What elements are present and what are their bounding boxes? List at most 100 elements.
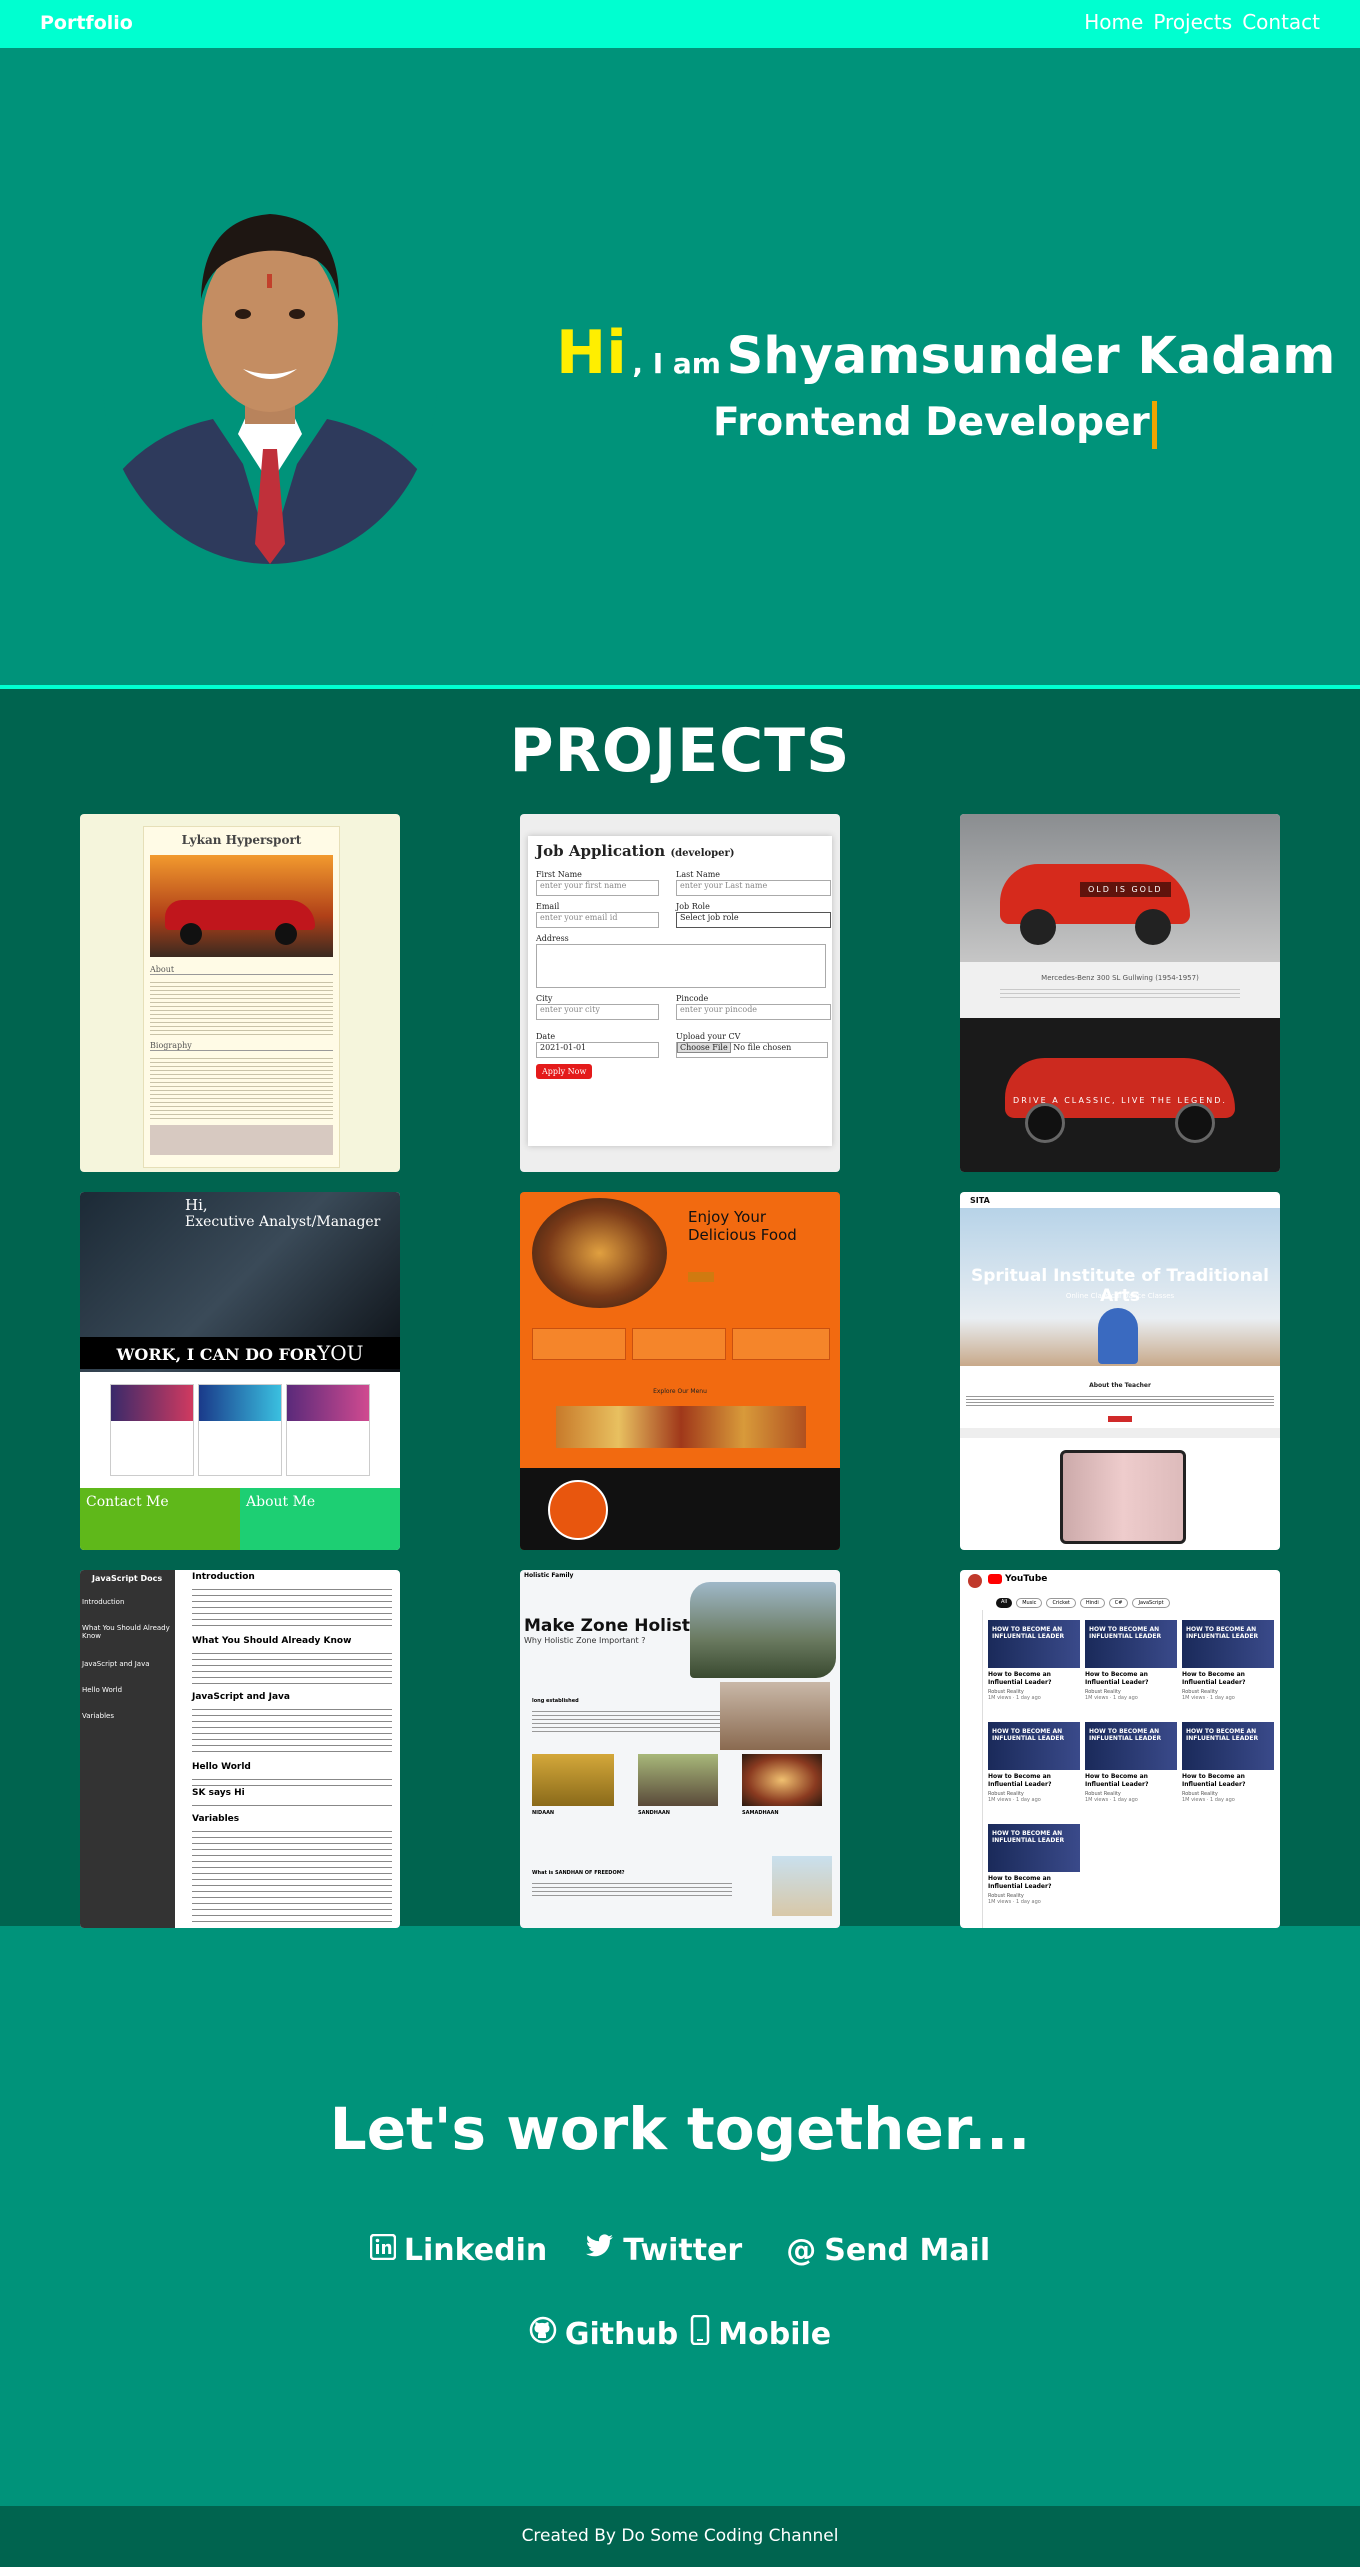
yt-video-meta: 1M views · 1 day ago <box>1085 1797 1138 1803</box>
cv-file-input[interactable]: Choose File No file chosen <box>676 1042 828 1058</box>
food-order-button[interactable] <box>688 1272 714 1282</box>
github-link[interactable]: Github <box>529 2315 678 2353</box>
first-name-input[interactable]: enter your first name <box>536 880 659 896</box>
contact-links-row-1: Linkedin Twitter @ Send Mail <box>0 2233 1360 2268</box>
yt-video-meta: 1M views · 1 day ago <box>988 1797 1041 1803</box>
food-footer <box>520 1468 840 1550</box>
food-logo <box>548 1480 608 1540</box>
holistic-question-text <box>532 1880 732 1898</box>
car-badge: OLD IS GOLD <box>1080 882 1171 897</box>
sita-button[interactable] <box>1108 1416 1132 1422</box>
yt-thumbnail: HOW TO BECOME AN INFLUENTIAL LEADER <box>988 1722 1080 1770</box>
send-mail-link[interactable]: @ Send Mail <box>786 2233 990 2268</box>
food-title: Enjoy Your Delicious Food <box>688 1208 797 1244</box>
address-textarea[interactable] <box>536 944 826 988</box>
project-card-lykan[interactable]: Lykan Hypersport About Biography <box>80 814 400 1172</box>
yt-video-meta: 1M views · 1 day ago <box>988 1899 1041 1905</box>
yt-thumbnail: HOW TO BECOME AN INFLUENTIAL LEADER <box>1182 1620 1274 1668</box>
pincode-label: Pincode <box>676 994 709 1003</box>
js-side-hello[interactable]: Hello World <box>82 1686 122 1694</box>
exec-about-me: About Me <box>240 1488 400 1550</box>
holistic-cap-nidaan: NIDAAN <box>532 1810 555 1816</box>
greeting-iam: , I am <box>632 347 721 380</box>
yt-chip-cricket[interactable]: Cricket <box>1046 1598 1076 1608</box>
project-card-food[interactable]: Enjoy Your Delicious Food Explore Our Me… <box>520 1192 840 1550</box>
yt-video-title: How to Become an Influential Leader? <box>988 1875 1052 1890</box>
yt-video-card[interactable]: HOW TO BECOME AN INFLUENTIAL LEADER How t… <box>1085 1620 1177 1718</box>
js-intro-text <box>192 1584 392 1628</box>
yt-video-card[interactable]: HOW TO BECOME AN INFLUENTIAL LEADER How t… <box>988 1620 1080 1718</box>
footer: Created By Do Some Coding Channel <box>0 2506 1360 2567</box>
yt-video-card[interactable]: HOW TO BECOME AN INFLUENTIAL LEADER How t… <box>988 1824 1080 1922</box>
js-side-know[interactable]: What You Should Already Know <box>82 1624 170 1640</box>
navbar: Portfolio Home Projects Contact <box>0 0 1360 48</box>
project-card-youtube[interactable]: YouTube All Music Cricket Hindi C# JavaS… <box>960 1570 1280 1928</box>
yt-video-card[interactable]: HOW TO BECOME AN INFLUENTIAL LEADER How t… <box>988 1722 1080 1820</box>
yt-chip-music[interactable]: Music <box>1016 1598 1043 1608</box>
twitter-link[interactable]: Twitter <box>585 2233 742 2268</box>
food-menu-heading: Explore Our Menu <box>653 1388 707 1395</box>
yt-video-meta: 1M views · 1 day ago <box>1182 1797 1235 1803</box>
nav-home-link[interactable]: Home <box>1084 10 1143 34</box>
brand-logo[interactable]: Portfolio <box>40 12 133 34</box>
sita-teacher-text <box>966 1394 1274 1406</box>
exec-hero-image: Hi, Executive Analyst/Manager WORK, I CA… <box>80 1192 400 1372</box>
email-input[interactable]: enter your email id <box>536 912 659 928</box>
js-side-variables[interactable]: Variables <box>82 1712 114 1720</box>
last-name-label: Last Name <box>676 870 721 879</box>
holistic-cap-sandhaan: SANDHAAN <box>638 1810 670 1816</box>
yt-video-card[interactable]: HOW TO BECOME AN INFLUENTIAL LEADER How t… <box>1182 1722 1274 1820</box>
yt-chip-all[interactable]: All <box>996 1598 1013 1608</box>
yt-chip-hindi[interactable]: Hindi <box>1079 1598 1105 1608</box>
project-card-job-application[interactable]: Job Application (developer) First Name e… <box>520 814 840 1172</box>
sita-brand: SITA <box>970 1196 990 1205</box>
js-hello-text <box>192 1774 392 1786</box>
yt-thumbnail: HOW TO BECOME AN INFLUENTIAL LEADER <box>1085 1722 1177 1770</box>
mobile-label: Mobile <box>718 2316 832 2352</box>
yt-play-icon <box>988 1574 1002 1584</box>
sita-band <box>960 1428 1280 1438</box>
project-card-classic-car[interactable]: OLD IS GOLD Mercedes-Benz 300 SL Gullwin… <box>960 814 1280 1172</box>
nav-contact-link[interactable]: Contact <box>1242 10 1320 34</box>
hero-role-text: Frontend Developer <box>713 400 1150 445</box>
linkedin-label: Linkedin <box>403 2233 548 2268</box>
city-input[interactable]: enter your city <box>536 1004 659 1020</box>
js-side-java[interactable]: JavaScript and Java <box>82 1660 150 1668</box>
yt-thumbnail: HOW TO BECOME AN INFLUENTIAL LEADER <box>1182 1722 1274 1770</box>
apply-now-button[interactable]: Apply Now <box>536 1064 593 1079</box>
github-icon <box>529 2316 557 2352</box>
project-card-holistic[interactable]: Holistic Family Make Zone Holistic ! Why… <box>520 1570 840 1928</box>
date-input[interactable]: 2021-01-01 <box>536 1042 659 1058</box>
exec-role: Executive Analyst/Manager <box>185 1214 381 1230</box>
sita-subtitle: Online Classical Dance Classes <box>1065 1292 1175 1300</box>
pincode-input[interactable]: enter your pincode <box>676 1004 831 1020</box>
yt-avatar[interactable] <box>968 1574 982 1588</box>
profile-photo <box>103 164 437 564</box>
yt-video-card[interactable]: HOW TO BECOME AN INFLUENTIAL LEADER How t… <box>1085 1722 1177 1820</box>
project-card-js-docs[interactable]: JavaScript Docs Introduction What You Sh… <box>80 1570 400 1928</box>
mobile-link[interactable]: Mobile <box>690 2314 832 2353</box>
yt-logo[interactable]: YouTube <box>988 1574 1047 1584</box>
yt-chip-javascript[interactable]: JavaScript <box>1132 1598 1170 1608</box>
nav-projects-link[interactable]: Projects <box>1153 10 1232 34</box>
car-caption: Mercedes-Benz 300 SL Gullwing (1954-1957… <box>1041 974 1199 982</box>
nav-links: Home Projects Contact <box>1084 10 1320 34</box>
js-side-intro[interactable]: Introduction <box>82 1598 124 1606</box>
projects-title: PROJECTS <box>509 716 851 786</box>
last-name-input[interactable]: enter your Last name <box>676 880 831 896</box>
at-icon: @ <box>786 2233 817 2268</box>
yt-video-card[interactable]: HOW TO BECOME AN INFLUENTIAL LEADER How t… <box>1182 1620 1274 1718</box>
exec-card-2 <box>198 1384 282 1476</box>
send-mail-label: Send Mail <box>824 2233 991 2268</box>
job-role-select[interactable]: Select job role <box>676 912 831 928</box>
job-form: Job Application (developer) First Name e… <box>528 836 832 1146</box>
contact-links-row-2: Github Mobile <box>0 2314 1360 2353</box>
linkedin-link[interactable]: Linkedin <box>369 2233 548 2268</box>
yt-chip-csharp[interactable]: C# <box>1108 1598 1129 1608</box>
project-card-executive-analyst[interactable]: Hi, Executive Analyst/Manager WORK, I CA… <box>80 1192 400 1550</box>
lykan-bio-heading: Biography <box>150 1041 333 1051</box>
greeting-hi: Hi <box>556 318 627 388</box>
yt-brand: YouTube <box>1005 1574 1048 1584</box>
car-image-top: OLD IS GOLD <box>960 814 1280 962</box>
project-card-sita[interactable]: SITA Spritual Institute of Traditional A… <box>960 1192 1280 1550</box>
